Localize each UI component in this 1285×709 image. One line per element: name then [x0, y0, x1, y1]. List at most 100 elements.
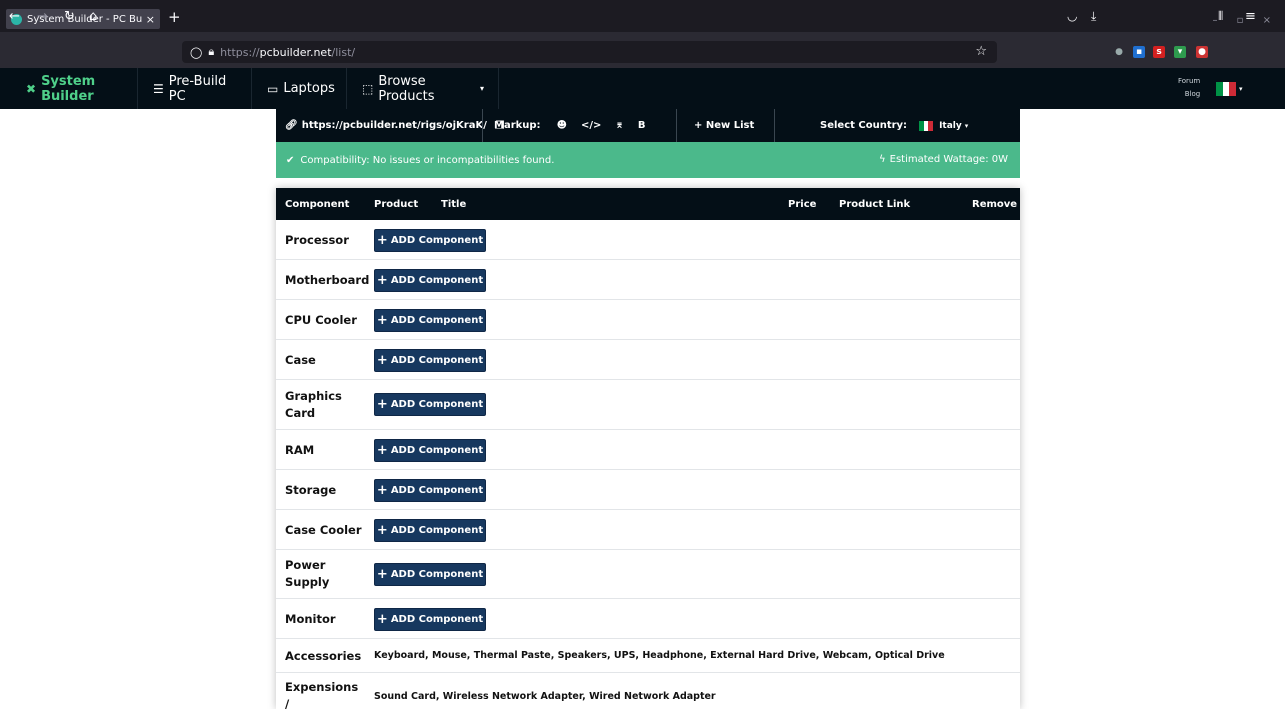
- chevron-down-icon: ▾: [964, 121, 969, 130]
- plus-icon: +: [376, 443, 388, 458]
- forward-icon[interactable]: →: [37, 10, 48, 23]
- table-row: Power Supply + ADD Component: [276, 550, 1020, 599]
- select-country-label: Select Country:: [820, 120, 908, 131]
- nav-pre-build-pc[interactable]: ☰ Pre-Build PC: [139, 68, 252, 109]
- add-component-button[interactable]: + ADD Component: [374, 309, 486, 332]
- add-button-label: ADD Component: [390, 445, 484, 456]
- add-component-button[interactable]: + ADD Component: [374, 269, 486, 292]
- bbcode-button[interactable]: B: [638, 120, 646, 131]
- wattage-readout: ϟ Estimated Wattage: 0W: [879, 154, 1008, 165]
- add-component-button[interactable]: + ADD Component: [374, 349, 486, 372]
- text-format-icon[interactable]: ⌆: [615, 120, 623, 131]
- plus-icon: +: [376, 612, 388, 627]
- compatibility-message: Compatibility: No issues or incompatibil…: [300, 154, 555, 166]
- back-icon[interactable]: ←: [9, 10, 20, 23]
- component-name: Accessories: [285, 649, 362, 663]
- bookmark-star-icon[interactable]: ☆: [975, 44, 987, 59]
- download-icon[interactable]: ⤓: [1091, 10, 1096, 23]
- components-table: Component Product Title Price Product Li…: [276, 188, 1020, 709]
- add-button-label: ADD Component: [390, 275, 484, 286]
- component-name: Power Supply: [285, 558, 330, 589]
- plus-icon: +: [376, 397, 388, 412]
- link-icon: 🔗︎: [285, 120, 298, 131]
- table-row: Storage + ADD Component: [276, 470, 1020, 510]
- component-name: RAM: [285, 443, 315, 457]
- chevron-down-icon[interactable]: ▾: [1239, 85, 1243, 93]
- add-component-button[interactable]: + ADD Component: [374, 393, 486, 416]
- italy-flag-icon[interactable]: [1216, 82, 1237, 96]
- nav-label: Pre-Build PC: [168, 73, 227, 104]
- url-bar[interactable]: ◯ 🔒︎ https:// pcbuilder.net /list/ ☆: [182, 41, 997, 63]
- add-component-button[interactable]: + ADD Component: [374, 519, 486, 542]
- header-product: Product: [374, 199, 419, 210]
- forum-link[interactable]: Forum: [1178, 75, 1200, 88]
- tracking-shield-icon[interactable]: ◯: [190, 46, 202, 59]
- extension-icon[interactable]: ●: [1113, 46, 1125, 58]
- lock-icon[interactable]: 🔒︎: [208, 45, 214, 59]
- new-list-button[interactable]: + New List: [694, 109, 754, 142]
- component-name: Expensions / Networking: [285, 680, 359, 709]
- markup-label: Markup:: [494, 120, 541, 131]
- forum-blog-links: Forum Blog: [1178, 75, 1200, 101]
- extension-shield-icon[interactable]: ▾: [1174, 46, 1186, 58]
- check-circle-icon: ✔: [286, 154, 295, 166]
- accessory-links[interactable]: Keyboard, Mouse, Thermal Paste, Speakers…: [374, 650, 945, 661]
- menu-icon[interactable]: ≡: [1245, 10, 1256, 23]
- add-button-label: ADD Component: [390, 525, 484, 536]
- new-tab-icon[interactable]: +: [168, 10, 181, 25]
- extension-container-icon[interactable]: ▪: [1133, 46, 1145, 58]
- add-button-label: ADD Component: [390, 315, 484, 326]
- toolbar-divider: [482, 109, 483, 142]
- code-icon[interactable]: </>: [581, 120, 601, 131]
- toolbar-divider: [676, 109, 677, 142]
- nav-system-builder[interactable]: ✖ System Builder: [12, 68, 138, 109]
- blog-link[interactable]: Blog: [1178, 88, 1200, 101]
- networking-links[interactable]: Sound Card, Wireless Network Adapter, Wi…: [374, 691, 716, 702]
- extension-ublock-icon[interactable]: ●: [1196, 46, 1208, 58]
- add-button-label: ADD Component: [390, 485, 484, 496]
- header-remove: Remove: [972, 199, 1018, 210]
- nav-label: Laptops: [283, 81, 335, 96]
- url-path: /list/: [331, 45, 356, 59]
- table-row: Accessories Keyboard, Mouse, Thermal Pas…: [276, 639, 1020, 673]
- add-component-button[interactable]: + ADD Component: [374, 608, 486, 631]
- reload-icon[interactable]: ↻: [64, 10, 75, 23]
- plus-icon: +: [376, 353, 388, 368]
- markup-group: Markup: ☻ </> ⌆ B: [494, 109, 645, 142]
- bolt-icon: ϟ: [879, 154, 886, 165]
- home-icon[interactable]: ⌂: [89, 10, 97, 23]
- component-name: Monitor: [285, 612, 336, 626]
- tab-close-icon[interactable]: ×: [146, 13, 155, 26]
- add-component-button[interactable]: + ADD Component: [374, 229, 486, 252]
- share-link-text: https://pcbuilder.net/rigs/ojKraK/: [301, 120, 487, 131]
- component-name: Case: [285, 353, 316, 367]
- add-button-label: ADD Component: [390, 614, 484, 625]
- add-component-button[interactable]: + ADD Component: [374, 439, 486, 462]
- component-name: Processor: [285, 233, 349, 247]
- nav-label: Browse Products: [378, 73, 435, 104]
- nav-laptops[interactable]: ▭ Laptops: [253, 68, 347, 109]
- reddit-icon[interactable]: ☻: [557, 120, 567, 131]
- component-name: CPU Cooler: [285, 313, 357, 327]
- italy-flag-icon: [919, 120, 934, 131]
- share-link[interactable]: 🔗︎ https://pcbuilder.net/rigs/ojKraK/ ❐: [285, 109, 505, 142]
- url-host: pcbuilder.net: [259, 45, 332, 59]
- extension-s-icon[interactable]: s: [1153, 46, 1165, 58]
- table-row: Case Cooler + ADD Component: [276, 510, 1020, 550]
- laptop-icon: ▭: [267, 81, 279, 96]
- header-title: Title: [441, 199, 467, 210]
- browser-tab[interactable]: System Builder - PC Build ×: [6, 9, 160, 29]
- pocket-icon[interactable]: ◡: [1067, 10, 1077, 23]
- url-protocol: https://: [220, 45, 260, 59]
- header-price: Price: [788, 199, 817, 210]
- table-row: Motherboard + ADD Component: [276, 260, 1020, 300]
- country-value: Italy: [939, 120, 962, 131]
- add-component-button[interactable]: + ADD Component: [374, 563, 486, 586]
- nav-browse-products[interactable]: ⬚ Browse Products ▾: [348, 68, 499, 109]
- country-selector[interactable]: Select Country: Italy ▾: [820, 109, 968, 142]
- extension-grid-icon[interactable]: ⦀: [1218, 10, 1223, 23]
- list-toolbar: 🔗︎ https://pcbuilder.net/rigs/ojKraK/ ❐ …: [276, 109, 1020, 142]
- add-component-button[interactable]: + ADD Component: [374, 479, 486, 502]
- wattage-text: Estimated Wattage: 0W: [889, 154, 1008, 165]
- toolbar-divider: [774, 109, 775, 142]
